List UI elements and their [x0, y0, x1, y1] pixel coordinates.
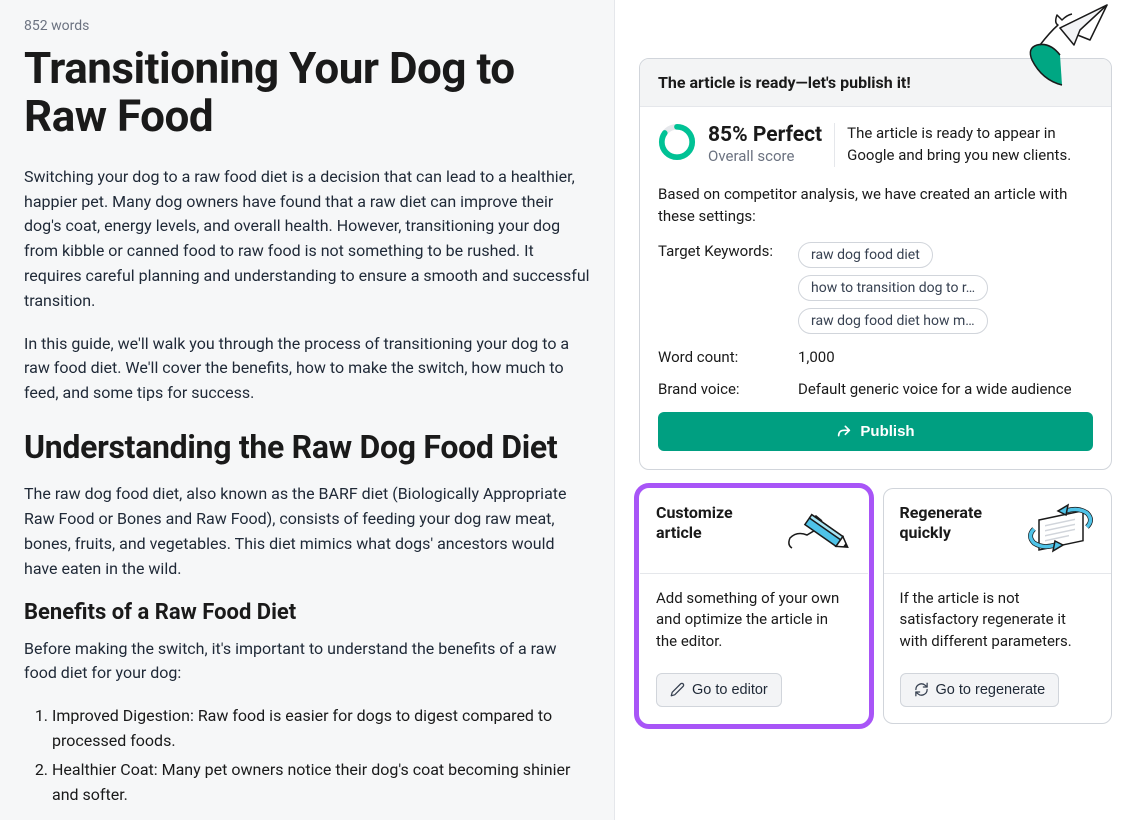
sidebar-panel: The article is ready—let's publish it! 8… — [615, 0, 1136, 820]
publish-button-label: Publish — [860, 423, 914, 440]
analysis-text: Based on competitor analysis, we have cr… — [658, 183, 1093, 228]
keyword-pill[interactable]: how to transition dog to r… — [798, 275, 988, 301]
go-to-regenerate-label: Go to regenerate — [936, 682, 1046, 698]
brandvoice-row: Brand voice: Default generic voice for a… — [658, 380, 1093, 398]
customize-title: Customize article — [656, 503, 774, 543]
score-percent: 85% Perfect — [708, 123, 822, 147]
heading-2: Understanding the Raw Dog Food Diet — [24, 428, 590, 466]
paragraph: In this guide, we'll walk you through th… — [24, 332, 590, 406]
word-count: 852 words — [24, 18, 590, 34]
wordcount-value: 1,000 — [798, 348, 1093, 366]
refresh-document-illustration — [1025, 503, 1095, 559]
score-text: 85% Perfect Overall score — [708, 123, 822, 165]
go-to-regenerate-button[interactable]: Go to regenerate — [900, 673, 1060, 707]
paper-plane-illustration — [1002, 0, 1112, 94]
keyword-pill[interactable]: raw dog food diet how m… — [798, 308, 988, 334]
publish-button[interactable]: Publish — [658, 412, 1093, 451]
list-item: Improved Digestion: Raw food is easier f… — [52, 704, 590, 754]
target-keywords-row: Target Keywords: raw dog food diet how t… — [658, 242, 1093, 334]
heading-3: Benefits of a Raw Food Diet — [24, 600, 590, 625]
keywords-label: Target Keywords: — [658, 242, 798, 260]
customize-desc: Add something of your own and optimize t… — [656, 588, 852, 653]
article-preview-panel: 852 words Transitioning Your Dog to Raw … — [0, 0, 615, 820]
score-description: The article is ready to appear in Google… — [834, 123, 1093, 167]
keyword-pill[interactable]: raw dog food diet — [798, 242, 933, 268]
score-circle-icon — [658, 123, 696, 161]
customize-card: Customize article Add something of your — [639, 488, 869, 724]
list-item: Healthier Coat: Many pet owners notice t… — [52, 758, 590, 808]
paragraph: Switching your dog to a raw food diet is… — [24, 165, 590, 314]
action-cards: Customize article Add something of your — [639, 488, 1112, 724]
regenerate-title: Regenerate quickly — [900, 503, 1018, 543]
keywords-list: raw dog food diet how to transition dog … — [798, 242, 1093, 334]
brandvoice-value: Default generic voice for a wide audienc… — [798, 380, 1093, 398]
article-body: Switching your dog to a raw food diet is… — [24, 165, 590, 808]
article-title: Transitioning Your Dog to Raw Food — [24, 44, 590, 141]
pencil-illustration — [782, 503, 852, 559]
regenerate-card: Regenerate quickly — [883, 488, 1113, 724]
ready-card: The article is ready—let's publish it! 8… — [639, 58, 1112, 470]
go-to-editor-label: Go to editor — [692, 682, 768, 698]
score-label: Overall score — [708, 147, 822, 165]
go-to-editor-button[interactable]: Go to editor — [656, 673, 782, 707]
refresh-icon — [914, 682, 929, 697]
paragraph: Before making the switch, it's important… — [24, 637, 590, 687]
regenerate-desc: If the article is not satisfactory regen… — [900, 588, 1096, 653]
share-arrow-icon — [836, 423, 852, 439]
wordcount-label: Word count: — [658, 348, 798, 366]
wordcount-row: Word count: 1,000 — [658, 348, 1093, 366]
score-row: 85% Perfect Overall score The article is… — [658, 123, 1093, 167]
brandvoice-label: Brand voice: — [658, 380, 798, 398]
paragraph: The raw dog food diet, also known as the… — [24, 482, 590, 581]
ordered-list: Improved Digestion: Raw food is easier f… — [24, 704, 590, 807]
edit-icon — [670, 682, 685, 697]
